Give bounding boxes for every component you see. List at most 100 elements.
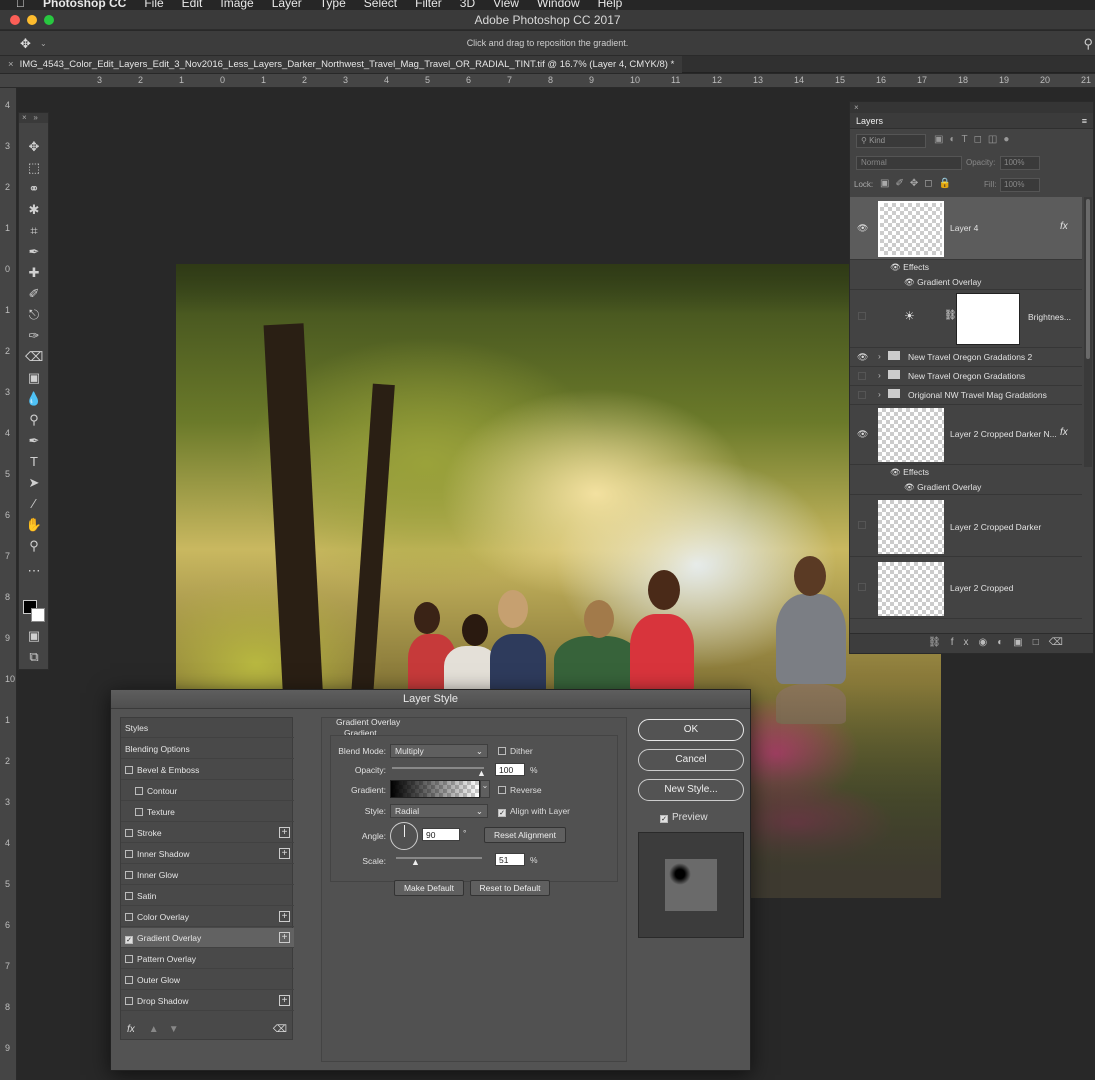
add-effect-icon[interactable]: +	[279, 932, 290, 943]
visibility-eye-icon[interactable]: 👁	[857, 429, 868, 440]
checkbox-icon[interactable]	[125, 850, 133, 858]
scrollbar-thumb[interactable]	[1086, 199, 1090, 359]
menu-file[interactable]: File	[144, 0, 163, 10]
checkbox-icon[interactable]	[125, 829, 133, 837]
healing-brush-tool-icon[interactable]: ✚	[25, 265, 43, 281]
style-item-satin[interactable]: Satin	[121, 886, 294, 906]
dodge-tool-icon[interactable]: ⚲	[25, 412, 43, 428]
checkbox-checked-icon[interactable]: ✓	[125, 936, 133, 944]
checkbox-icon[interactable]	[125, 976, 133, 984]
style-item-styles[interactable]: Styles	[121, 718, 294, 738]
trash-icon[interactable]: ⌫	[1049, 637, 1073, 648]
menu-layer[interactable]: Layer	[272, 0, 302, 10]
pen-tool-icon[interactable]: ✒	[25, 433, 43, 449]
ok-button[interactable]: OK	[638, 719, 744, 741]
menu-type[interactable]: Type	[320, 0, 346, 10]
style-item-gradient-overlay[interactable]: ✓ Gradient Overlay +	[121, 928, 294, 948]
checkbox-icon[interactable]	[125, 871, 133, 879]
blend-mode-select[interactable]: Multiply ⌄	[390, 744, 488, 758]
add-effect-icon[interactable]: +	[279, 848, 290, 859]
layer-row-layer4[interactable]: 👁 Layer 4 fx	[850, 197, 1082, 260]
layers-tab[interactable]: Layers ≡	[850, 113, 1093, 129]
lasso-tool-icon[interactable]: ⚭	[25, 181, 43, 197]
menu-window[interactable]: Window	[537, 0, 580, 10]
style-item-bevel-emboss[interactable]: Bevel & Emboss	[121, 760, 294, 780]
style-item-inner-glow[interactable]: Inner Glow	[121, 865, 294, 885]
menu-filter[interactable]: Filter	[415, 0, 442, 10]
style-item-pattern-overlay[interactable]: Pattern Overlay	[121, 949, 294, 969]
opacity-slider-track[interactable]	[392, 767, 484, 769]
eye-icon[interactable]: 👁	[890, 467, 901, 477]
layer-row-brightness[interactable]: ☀ ⛓ Brightnes...	[850, 290, 1082, 348]
search-icon[interactable]: ⚲	[1083, 36, 1093, 52]
checkbox-icon[interactable]	[135, 808, 143, 816]
menu-app[interactable]: Photoshop CC	[43, 0, 126, 10]
style-item-inner-shadow[interactable]: Inner Shadow +	[121, 844, 294, 864]
new-layer-icon[interactable]: □	[1033, 637, 1049, 648]
layer-group-row[interactable]: › Origional NW Travel Mag Gradations	[850, 386, 1082, 405]
gradient-tool-icon[interactable]: ▣	[25, 370, 43, 386]
checkbox-icon[interactable]	[125, 997, 133, 1005]
chevron-right-icon[interactable]: ›	[878, 370, 881, 380]
blur-tool-icon[interactable]: 💧	[25, 391, 43, 407]
scale-slider-thumb[interactable]: ▲	[411, 857, 420, 867]
marquee-tool-icon[interactable]: ⬚	[25, 160, 43, 176]
layer-filter-select[interactable]: ⚲ Kind	[856, 134, 926, 148]
hand-tool-icon[interactable]: ✋	[25, 517, 43, 533]
style-item-stroke[interactable]: Stroke +	[121, 823, 294, 843]
style-item-blending-options[interactable]: Blending Options	[121, 739, 294, 759]
close-tab-icon[interactable]: ×	[8, 59, 14, 70]
fx-badge[interactable]: fx	[1060, 221, 1068, 232]
style-item-contour[interactable]: Contour	[121, 781, 294, 801]
fill-input[interactable]: 100%	[1000, 178, 1040, 192]
menu-3d[interactable]: 3D	[460, 0, 475, 10]
opacity-input[interactable]: 100%	[1000, 156, 1040, 170]
visibility-toggle[interactable]	[858, 391, 866, 399]
blend-mode-select[interactable]: Normal	[856, 156, 962, 170]
eraser-tool-icon[interactable]: ⌫	[25, 349, 43, 365]
opacity-input[interactable]: 100	[495, 763, 525, 776]
quick-select-tool-icon[interactable]: ✱	[25, 202, 43, 218]
fx-icon[interactable]: fx	[127, 1024, 135, 1035]
reset-to-default-button[interactable]: Reset to Default	[470, 880, 550, 896]
folder-icon[interactable]: ▣	[1013, 637, 1032, 648]
eye-icon[interactable]: 👁	[904, 482, 915, 492]
angle-input[interactable]: 90	[422, 828, 460, 841]
mask-icon[interactable]: ◉	[978, 637, 997, 648]
layers-panel-header[interactable]: ×	[850, 102, 1093, 113]
visibility-toggle[interactable]	[858, 372, 866, 380]
checkbox-icon[interactable]	[125, 913, 133, 921]
scale-slider-track[interactable]	[396, 857, 482, 859]
layer-group-row[interactable]: › New Travel Oregon Gradations	[850, 367, 1082, 386]
reset-alignment-button[interactable]: Reset Alignment	[484, 827, 566, 843]
layer-row-cropped[interactable]: Layer 2 Cropped	[850, 559, 1082, 619]
menu-edit[interactable]: Edit	[182, 0, 203, 10]
align-with-layer-checkbox[interactable]: ✓ Align with Layer	[498, 806, 570, 817]
menu-select[interactable]: Select	[364, 0, 397, 10]
checkbox-icon[interactable]	[125, 766, 133, 774]
apple-menu-icon[interactable]: 	[16, 0, 25, 10]
checkbox-icon[interactable]	[125, 955, 133, 963]
reverse-checkbox[interactable]: Reverse	[498, 785, 542, 795]
eye-icon[interactable]: 👁	[890, 262, 901, 272]
filter-icons[interactable]: ▣◐T◻◫●	[934, 134, 1015, 145]
tools-panel-header[interactable]: × »	[19, 113, 48, 123]
gradient-preview[interactable]	[390, 780, 480, 798]
move-tool-icon[interactable]: ✥	[25, 139, 43, 155]
chevron-right-icon[interactable]: ›	[878, 351, 881, 361]
type-tool-icon[interactable]: T	[25, 454, 43, 470]
menu-help[interactable]: Help	[598, 0, 623, 10]
layers-scrollbar[interactable]	[1084, 197, 1092, 467]
visibility-toggle[interactable]	[858, 521, 866, 529]
layer-effects-row[interactable]: 👁 Effects 👁 Gradient Overlay	[850, 260, 1082, 290]
lock-icons[interactable]: ▣✐✥◻🔒	[880, 178, 957, 189]
eye-icon[interactable]: 👁	[904, 277, 915, 287]
visibility-eye-icon[interactable]: 👁	[857, 223, 868, 234]
quick-mask-icon[interactable]: ▣	[25, 628, 43, 644]
chevron-down-icon[interactable]: ⌄	[480, 780, 490, 798]
arrow-up-icon[interactable]: ▲	[149, 1024, 159, 1035]
style-select[interactable]: Radial ⌄	[390, 804, 488, 818]
ruler-vertical[interactable]: 4 3 2 1 0 1 2 3 4 5 6 7 8 9 10 1 2 3 4 5 6 7 8 9	[0, 88, 17, 1080]
add-effect-icon[interactable]: +	[279, 911, 290, 922]
chevron-right-icon[interactable]: ›	[878, 389, 881, 399]
